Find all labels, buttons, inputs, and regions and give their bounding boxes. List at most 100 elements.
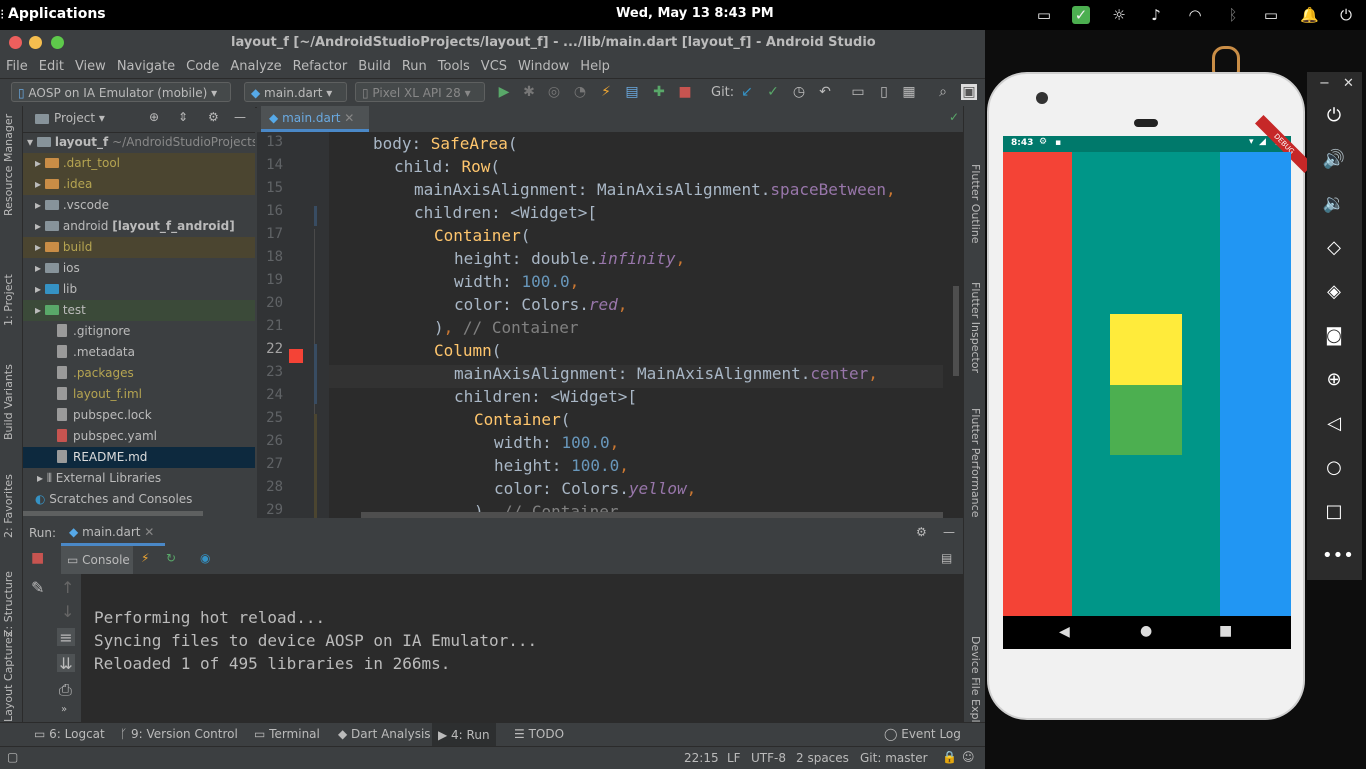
stop-icon[interactable]: ■ — [31, 550, 44, 566]
code-line[interactable]: ), // Container — [434, 318, 579, 337]
check-icon[interactable]: ✓ — [1072, 6, 1090, 24]
code-line[interactable]: Container( — [434, 226, 530, 245]
horizontal-scrollbar[interactable] — [23, 511, 203, 516]
avd-selector[interactable]: ▯ Pixel XL API 28 ▾ — [355, 82, 485, 102]
bluetooth-icon[interactable]: ᛒ — [1224, 6, 1242, 24]
hot-reload-icon[interactable]: ⚡ — [141, 551, 149, 565]
tab-flutter-performance[interactable]: Flutter Performance — [969, 408, 982, 517]
tree-item-readme[interactable]: README.md — [23, 447, 255, 468]
apply-changes-icon[interactable]: ▤ — [624, 84, 640, 100]
inspection-ok-icon[interactable]: ✓ — [949, 110, 959, 124]
profile-avatar-icon[interactable]: ▣ — [961, 84, 977, 100]
tool-terminal[interactable]: ▭ Terminal — [254, 727, 320, 741]
color-swatch-red-icon[interactable] — [289, 349, 303, 363]
layout-icon[interactable]: ▤ — [941, 551, 952, 565]
tool-run[interactable]: ▶ 4: Run — [432, 723, 496, 747]
git-commit-icon[interactable]: ✓ — [765, 84, 781, 100]
code-line[interactable]: mainAxisAlignment: MainAxisAlignment.cen… — [454, 364, 878, 383]
home-icon[interactable]: ● — [1140, 623, 1152, 639]
tree-item-iml[interactable]: layout_f.iml — [23, 384, 255, 405]
gear-icon[interactable]: ⚙ — [208, 110, 219, 124]
editor-tab-main-dart[interactable]: ◆ main.dart ✕ — [261, 106, 369, 132]
tree-item-external-libraries[interactable]: ▸ ⫴ External Libraries — [23, 468, 255, 489]
avd-manager-icon[interactable]: ▯ — [876, 84, 892, 100]
tab-resource-manager[interactable]: Resource Manager — [2, 114, 15, 216]
inspector-icon[interactable]: ☺ — [962, 750, 975, 764]
tree-item-lib[interactable]: ▸ lib — [23, 279, 255, 300]
code-line[interactable]: color: Colors.red, — [454, 295, 627, 314]
tool-logcat[interactable]: ▭ 6: Logcat — [34, 727, 105, 741]
clock[interactable]: Wed, May 13 8:43 PM — [616, 6, 774, 21]
code-line[interactable]: Container( — [474, 410, 570, 429]
inbox-icon[interactable]: ▭ — [1035, 6, 1053, 24]
minimize-window-button[interactable] — [29, 36, 42, 49]
hot-restart-icon[interactable]: ↻ — [166, 551, 176, 565]
volume-up-icon[interactable]: 🔊 — [1322, 148, 1346, 172]
screenshot-icon[interactable]: ◙ — [1322, 324, 1346, 348]
menu-help[interactable]: Help — [580, 59, 610, 74]
editor-vertical-scrollbar[interactable] — [953, 286, 959, 376]
toggle-tool-windows-icon[interactable]: ▢ — [7, 750, 18, 764]
menu-edit[interactable]: Edit — [39, 59, 64, 74]
git-history-icon[interactable]: ◷ — [791, 84, 807, 100]
search-icon[interactable]: ⌕ — [935, 84, 951, 100]
collapse-icon[interactable]: ⇕ — [178, 110, 188, 124]
git-branch[interactable]: Git: master — [860, 751, 928, 765]
home-icon[interactable]: ○ — [1322, 456, 1346, 480]
recents-icon[interactable]: ■ — [1219, 623, 1232, 639]
tree-item-test[interactable]: ▸ test — [23, 300, 255, 321]
menu-run[interactable]: Run — [402, 59, 427, 74]
power-icon[interactable]: ⏻ — [1322, 104, 1346, 128]
close-emulator-icon[interactable]: ✕ — [1343, 76, 1354, 91]
tree-item-pubspec-lock[interactable]: pubspec.lock — [23, 405, 255, 426]
tool-todo[interactable]: ☰ TODO — [514, 727, 564, 741]
git-rollback-icon[interactable]: ↶ — [817, 84, 833, 100]
git-update-icon[interactable]: ↙ — [739, 84, 755, 100]
tab-build-variants[interactable]: Build Variants — [2, 364, 15, 440]
project-view-selector[interactable]: Project ▾ — [54, 111, 105, 125]
tree-item-metadata[interactable]: .metadata — [23, 342, 255, 363]
tree-item-dart-tool[interactable]: ▸ .dart_tool — [23, 153, 255, 174]
devtools-icon[interactable]: ◉ — [200, 551, 210, 565]
volume-down-icon[interactable]: 🔉 — [1322, 192, 1346, 216]
gear-icon[interactable]: ⚙ — [916, 525, 927, 539]
terminal-icon[interactable]: ▭ — [850, 84, 866, 100]
run-tab-main-dart[interactable]: ◆ main.dart ✕ — [61, 520, 165, 546]
code-line[interactable]: Column( — [434, 341, 501, 360]
code-line[interactable]: height: 100.0, — [494, 456, 629, 475]
code-line[interactable]: mainAxisAlignment: MainAxisAlignment.spa… — [414, 180, 896, 199]
soft-wrap-icon[interactable]: ≡ — [57, 628, 75, 647]
tree-item-build[interactable]: ▸ build — [23, 237, 255, 258]
code-line[interactable]: children: <Widget>[ — [454, 387, 637, 406]
editor-horizontal-scrollbar[interactable] — [361, 512, 943, 518]
down-arrow-icon[interactable]: ↓ — [61, 602, 74, 621]
hide-icon[interactable]: — — [234, 110, 246, 124]
scroll-to-end-icon[interactable]: ⇊ — [57, 654, 75, 673]
tab-flutter-outline[interactable]: Flutter Outline — [969, 164, 982, 244]
menu-navigate[interactable]: Navigate — [117, 59, 175, 74]
code-line[interactable]: width: 100.0, — [494, 433, 619, 452]
close-tab-icon[interactable]: ✕ — [344, 111, 354, 125]
tab-project[interactable]: 1: Project — [2, 274, 15, 326]
power-icon[interactable]: ⏻ — [1337, 6, 1355, 24]
device-selector[interactable]: ▯ AOSP on IA Emulator (mobile) ▾ — [11, 82, 231, 102]
tab-favorites[interactable]: 2: Favorites — [2, 474, 15, 538]
profile-icon[interactable]: ◔ — [572, 84, 588, 100]
up-arrow-icon[interactable]: ↑ — [61, 578, 74, 597]
close-tab-icon[interactable]: ✕ — [144, 525, 154, 539]
caret-position[interactable]: 22:15 — [684, 751, 719, 765]
maximize-window-button[interactable] — [51, 36, 64, 49]
wifi-icon[interactable]: ◠ — [1186, 6, 1204, 24]
code-line[interactable]: child: Row( — [394, 157, 500, 176]
menu-window[interactable]: Window — [518, 59, 569, 74]
run-config-selector[interactable]: ◆ main.dart ▾ — [244, 82, 347, 102]
emulator-screen[interactable]: 8:43 ⚙ ▪ ▾ ◢ ▮ DEBUG ◀ ● ■ — [1003, 115, 1313, 649]
overview-icon[interactable]: □ — [1322, 500, 1346, 524]
stop-icon[interactable]: ■ — [677, 84, 693, 100]
close-window-button[interactable] — [9, 36, 22, 49]
menu-view[interactable]: View — [75, 59, 106, 74]
tree-item-scratches[interactable]: ◐ Scratches and Consoles — [23, 489, 255, 510]
tree-item-pubspec-yaml[interactable]: pubspec.yaml — [23, 426, 255, 447]
sdk-manager-icon[interactable]: ▦ — [901, 84, 917, 100]
apps-menu-icon[interactable]: ⁝ — [0, 7, 4, 23]
